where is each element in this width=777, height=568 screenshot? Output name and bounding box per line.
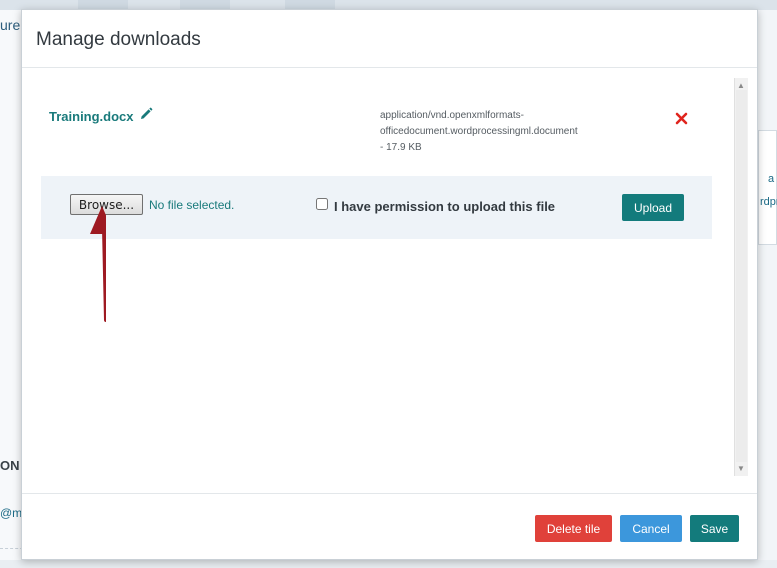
scroll-track[interactable] [736, 90, 747, 462]
file-mime-line: application/vnd.openxmlformats- [380, 110, 524, 121]
background-right-label: rdpr [760, 196, 777, 208]
background-left-panel [0, 10, 23, 560]
dialog-footer: Delete tile Cancel Save [22, 493, 757, 559]
file-name-link[interactable]: Training.docx [49, 109, 134, 124]
background-left-label: ON [0, 458, 20, 473]
file-size-line: - 17.9 KB [380, 142, 422, 153]
file-mime-line: officedocument.wordprocessingml.document [380, 126, 578, 137]
no-file-selected-text: No file selected. [149, 198, 235, 212]
upload-row: Browse... No file selected. I have permi… [41, 176, 712, 239]
manage-downloads-dialog: Manage downloads Training.docx applicati… [21, 9, 758, 560]
file-type-size: application/vnd.openxmlformats- officedo… [380, 108, 605, 156]
red-x-icon[interactable] [675, 112, 688, 125]
background-right-label: a [768, 173, 775, 185]
save-button[interactable]: Save [690, 515, 739, 542]
dialog-body: Training.docx application/vnd.openxmlfor… [22, 68, 757, 493]
scroll-up-arrow-icon[interactable]: ▲ [737, 82, 745, 90]
pencil-icon[interactable] [139, 107, 153, 121]
browse-button[interactable]: Browse... [70, 194, 143, 215]
dialog-scrollbar[interactable]: ▲ ▼ [734, 78, 748, 476]
background-right-card [758, 130, 777, 245]
permission-label[interactable]: I have permission to upload this file [334, 199, 555, 214]
permission-checkbox[interactable] [316, 198, 328, 210]
delete-tile-button[interactable]: Delete tile [535, 515, 612, 542]
background-left-label: ure [0, 17, 21, 33]
dialog-title: Manage downloads [36, 29, 201, 50]
dialog-header: Manage downloads [22, 10, 757, 68]
upload-button[interactable]: Upload [622, 194, 684, 221]
cancel-button[interactable]: Cancel [620, 515, 682, 542]
background-right-panel [758, 10, 777, 560]
scroll-down-arrow-icon[interactable]: ▼ [737, 465, 745, 473]
